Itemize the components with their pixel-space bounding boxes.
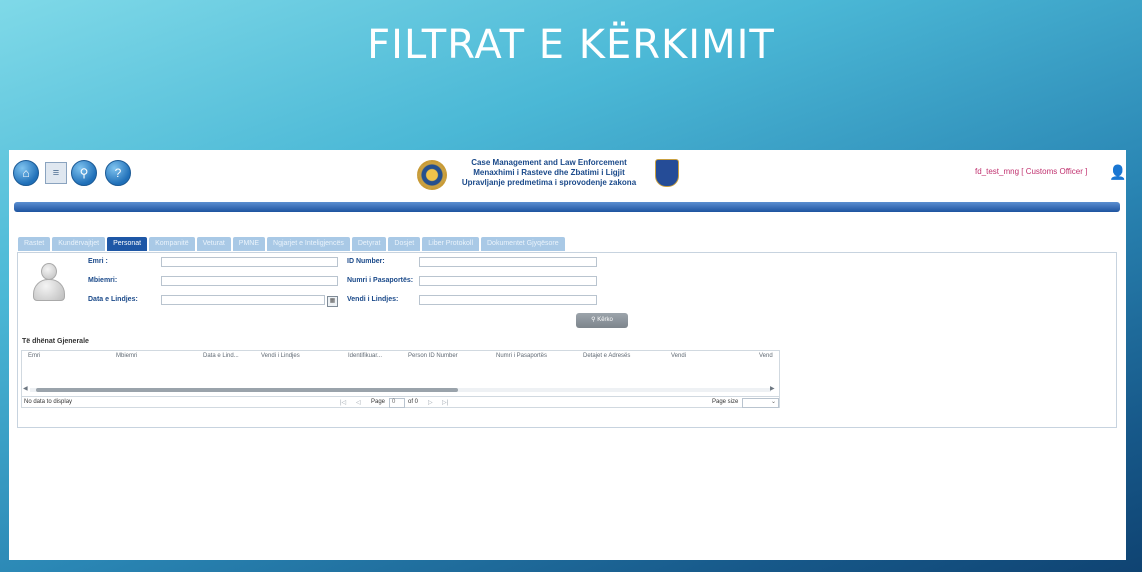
numri-pasaportes-input[interactable]	[419, 276, 597, 286]
slide-title: FILTRAT E KËRKIMIT	[367, 22, 775, 68]
tab-rastet[interactable]: Rastet	[18, 237, 51, 251]
tab-veturat[interactable]: Veturat	[196, 237, 231, 251]
page-number-input[interactable]: 0	[389, 398, 405, 408]
emri-label: Emri :	[88, 258, 108, 265]
horizontal-scrollbar[interactable]: ◀ ▶	[22, 385, 779, 393]
emri-input[interactable]	[161, 257, 338, 267]
header-line-english: Case Management and Law Enforcement	[471, 158, 627, 167]
customs-emblem-logo	[417, 160, 447, 190]
documents-icon[interactable]: ≡	[45, 162, 67, 184]
scroll-left-icon[interactable]: ◀	[23, 385, 28, 392]
general-data-title: Të dhënat Gjenerale	[22, 338, 89, 345]
kerko-button-label: Kërko	[597, 317, 613, 323]
column-header[interactable]: Data e Lind...	[203, 353, 239, 359]
next-page-icon[interactable]: ▷	[428, 399, 433, 406]
tab-pmne[interactable]: PMNE	[232, 237, 266, 251]
column-header[interactable]: Detajet e Adresës	[583, 353, 630, 359]
chevron-down-icon: ⌄	[770, 399, 776, 405]
vendi-lindjes-input[interactable]	[419, 295, 597, 305]
tab-bar: Rastet Kundërvajtjet Personat Kompanitë …	[18, 237, 567, 251]
scrollbar-thumb[interactable]	[36, 388, 458, 392]
column-header[interactable]: Emri	[28, 353, 40, 359]
column-header[interactable]: Mbiemri	[116, 353, 137, 359]
header-line-albanian: Menaxhimi i Rasteve dhe Zbatimi i Ligjit	[473, 168, 625, 177]
grid-pager: No data to display |◁ ◁ Page 0 of 0 ▷ ▷|…	[22, 396, 779, 408]
page-label: Page	[371, 399, 386, 405]
mbiemri-input[interactable]	[161, 276, 338, 286]
scroll-right-icon[interactable]: ▶	[770, 385, 775, 392]
user-icon[interactable]: 👤	[1109, 164, 1126, 181]
data-lindjes-label: Data e Lindjes:	[88, 296, 138, 303]
mbiemri-label: Mbiemri:	[88, 277, 118, 284]
first-page-icon[interactable]: |◁	[340, 399, 346, 406]
tab-detyrat[interactable]: Detyrat	[351, 237, 387, 251]
page-size-select[interactable]: ⌄	[742, 398, 779, 408]
home-icon[interactable]: ⌂	[13, 160, 39, 186]
column-header[interactable]: Vendi i Lindjes	[261, 353, 300, 359]
page-count-label: of 0	[408, 399, 419, 405]
kosovo-coat-of-arms-logo	[655, 159, 679, 187]
tab-kompanite[interactable]: Kompanitë	[149, 237, 195, 251]
person-avatar	[32, 263, 65, 301]
tab-ngjarjet-inteligjences[interactable]: Ngjarjet e Inteligjencës	[267, 237, 350, 251]
grid-header: Emri Mbiemri Data e Lind... Vendi i Lind…	[22, 351, 779, 361]
top-bar: ⌂ ≡ ⚲ ? Case Management and Law Enforcem…	[9, 150, 1126, 200]
tab-dosjet[interactable]: Dosjet	[388, 237, 421, 251]
prev-page-icon[interactable]: ◁	[356, 399, 361, 406]
column-header[interactable]: Identifikuar...	[348, 353, 382, 359]
empty-grid-message: No data to display	[24, 399, 73, 405]
tab-kundervajtjet[interactable]: Kundërvajtjet	[52, 237, 106, 251]
column-header[interactable]: Person ID Number	[408, 353, 458, 359]
column-header[interactable]: Vendi	[671, 353, 686, 359]
tab-personat[interactable]: Personat	[107, 237, 148, 251]
tab-dokumentet-gjyqesore[interactable]: Dokumentet Gjyqësore	[481, 237, 565, 251]
column-header[interactable]: Vend	[759, 353, 773, 359]
header-line-serbian: Upravljanje predmetima i sprovodenje zak…	[461, 178, 637, 187]
vendi-lindjes-label: Vendi i Lindjes:	[347, 296, 399, 303]
app-header-title: Case Management and Law Enforcement Mena…	[449, 158, 649, 188]
results-grid: Emri Mbiemri Data e Lind... Vendi i Lind…	[21, 350, 780, 408]
help-icon[interactable]: ?	[105, 160, 131, 186]
last-page-icon[interactable]: ▷|	[442, 399, 448, 406]
person-search-panel: Emri : Mbiemri: Data e Lindjes: ▦ ID Num…	[17, 252, 1117, 428]
column-header[interactable]: Numri i Pasaportës	[496, 353, 547, 359]
app-screen: ⌂ ≡ ⚲ ? Case Management and Law Enforcem…	[9, 150, 1126, 560]
calendar-icon[interactable]: ▦	[327, 296, 338, 307]
tab-liber-protokoll[interactable]: Liber Protokoll	[422, 237, 479, 251]
search-icon[interactable]: ⚲	[71, 160, 97, 186]
page-size-label: Page size	[712, 399, 739, 405]
numri-pasaportes-label: Numri i Pasaportës:	[347, 277, 414, 284]
id-number-input[interactable]	[419, 257, 597, 267]
data-lindjes-input[interactable]	[161, 295, 325, 305]
header-divider-bar	[14, 202, 1120, 212]
current-user[interactable]: fd_test_mng [ Customs Officer ]	[975, 167, 1087, 176]
kerko-button[interactable]: ⚲ Kërko	[576, 313, 628, 328]
id-number-label: ID Number:	[347, 258, 385, 265]
